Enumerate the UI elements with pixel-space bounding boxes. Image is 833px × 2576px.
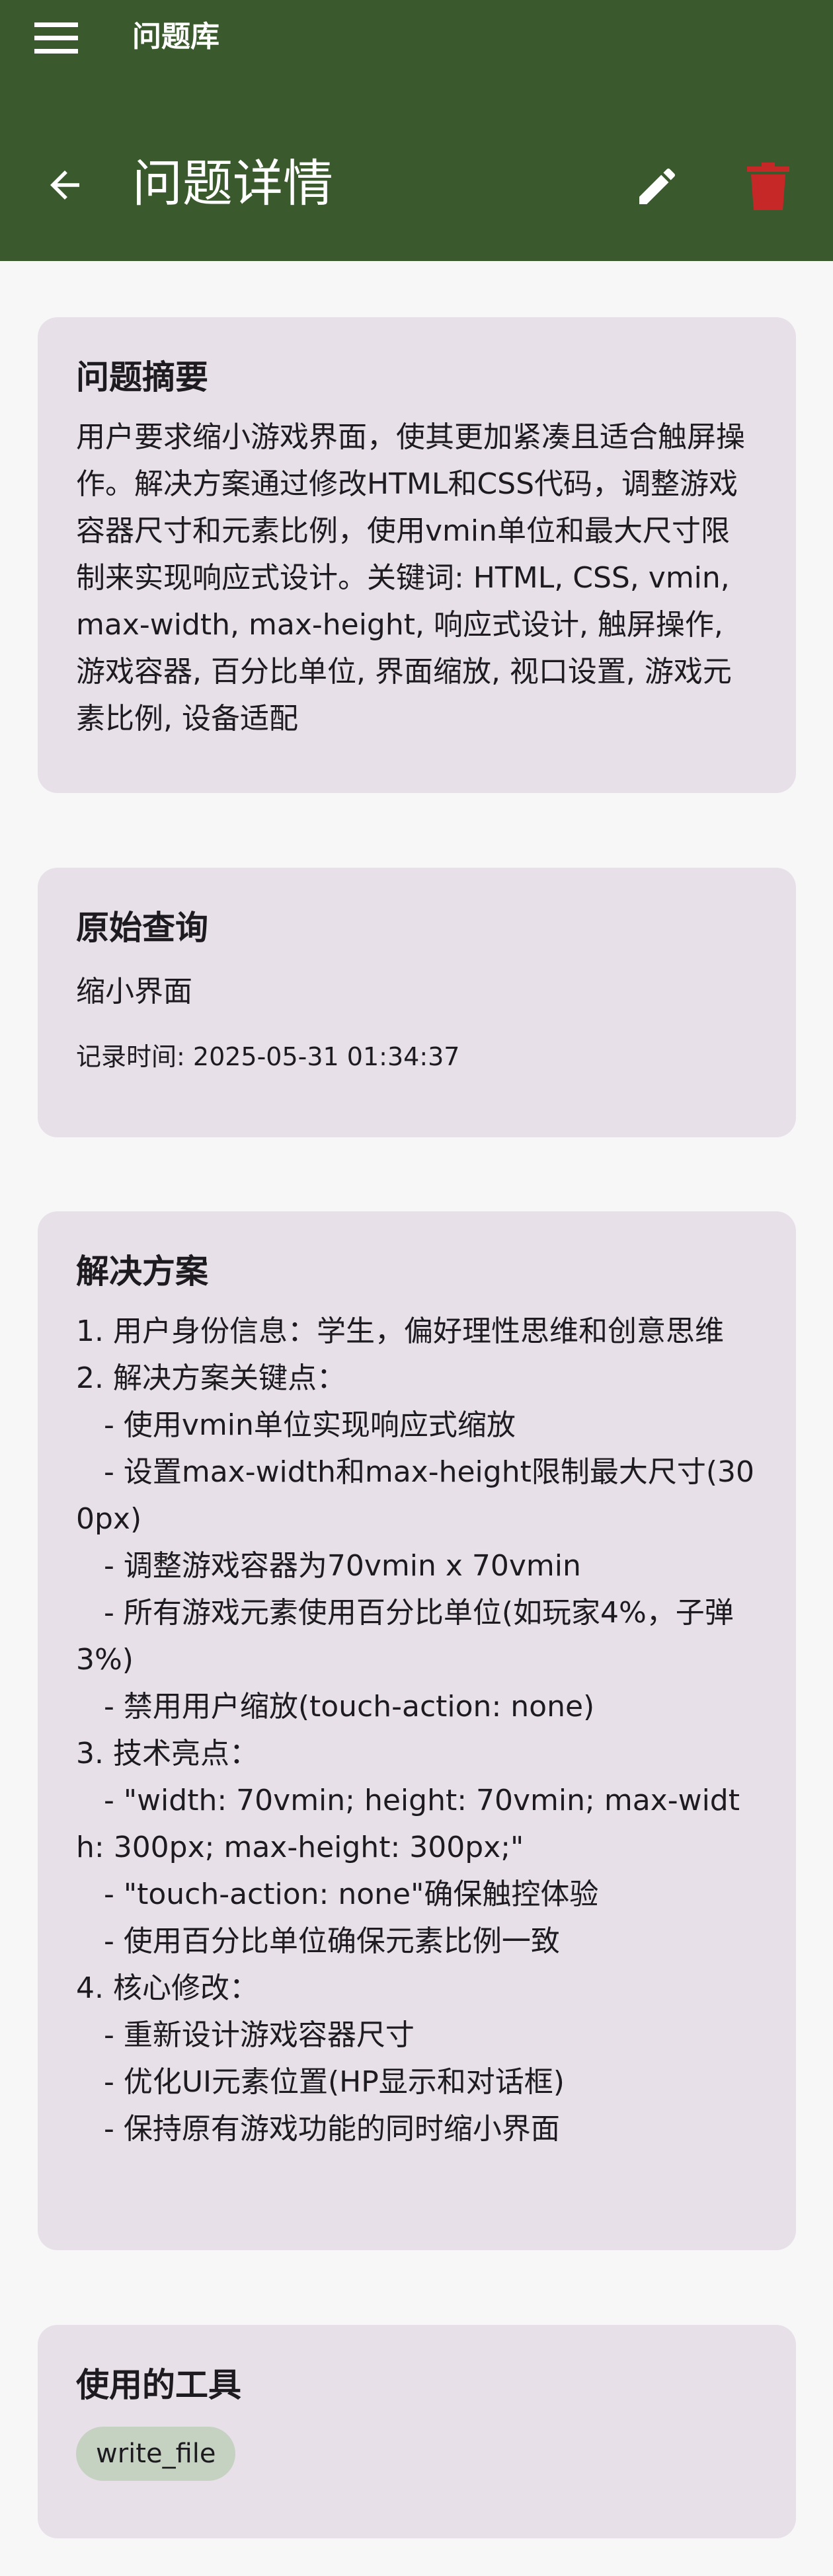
edit-button[interactable]	[628, 157, 686, 215]
app-bar: 问题库 问题详情	[0, 0, 833, 261]
record-time-value: 2025-05-31 01:34:37	[192, 1042, 460, 1071]
summary-card: 问题摘要 用户要求缩小游戏界面，使其更加紧凑且适合触屏操作。解决方案通过修改HT…	[38, 317, 796, 793]
summary-text: 用户要求缩小游戏界面，使其更加紧凑且适合触屏操作。解决方案通过修改HTML和CS…	[76, 420, 745, 736]
top-bar: 问题库	[0, 0, 833, 76]
solution-card: 解决方案 1. 用户身份信息：学生，偏好理性思维和创意思维 2. 解决方案关键点…	[38, 1211, 796, 2250]
tool-chip-write-file[interactable]: write_file	[76, 2427, 236, 2481]
page-title: 问题详情	[132, 154, 333, 213]
menu-icon	[34, 22, 78, 54]
menu-button[interactable]	[34, 15, 94, 62]
app-title: 问题库	[132, 20, 219, 54]
pencil-icon	[639, 168, 676, 204]
solution-title: 解决方案	[76, 1252, 208, 1291]
original-query-text: 缩小界面	[76, 975, 192, 1008]
original-query-title: 原始查询	[76, 909, 208, 947]
original-query-card: 原始查询 缩小界面 记录时间: 2025-05-31 01:34:37	[38, 868, 796, 1137]
delete-button[interactable]	[739, 157, 797, 215]
record-time-label: 记录时间:	[76, 1042, 193, 1071]
record-time: 记录时间: 2025-05-31 01:34:37	[76, 1039, 758, 1075]
arrow-back-icon	[50, 170, 79, 200]
tools-card: 使用的工具 write_file	[38, 2325, 796, 2538]
solution-text: 1. 用户身份信息：学生，偏好理性思维和创意思维 2. 解决方案关键点： - 使…	[76, 1314, 754, 2146]
summary-title: 问题摘要	[76, 358, 208, 397]
back-button[interactable]	[38, 159, 91, 211]
tools-title: 使用的工具	[76, 2366, 241, 2404]
trash-icon	[747, 163, 789, 210]
